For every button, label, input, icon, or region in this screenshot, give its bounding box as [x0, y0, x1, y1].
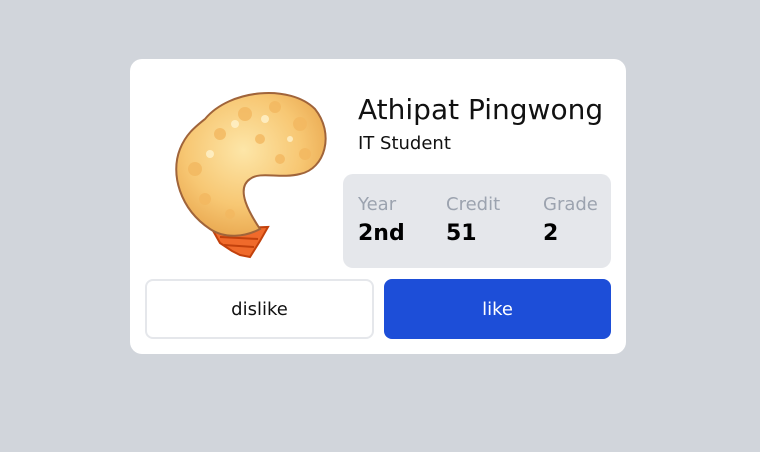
stat-value: 51 [446, 221, 477, 246]
profile-role: IT Student [358, 133, 451, 154]
stat-grade: Grade 2 [543, 194, 598, 246]
stat-label: Credit [446, 194, 501, 215]
like-button[interactable]: like [384, 279, 611, 339]
profile-name: Athipat Pingwong [358, 93, 604, 126]
dislike-button[interactable]: dislike [145, 279, 374, 339]
stats-panel: Year 2nd Credit 51 Grade 2 [343, 174, 611, 268]
fried-shrimp-icon [150, 79, 330, 269]
stat-value: 2nd [358, 221, 405, 246]
stat-value: 2 [543, 221, 559, 246]
stat-label: Grade [543, 194, 598, 215]
profile-card: Athipat Pingwong IT Student Year 2nd Cre… [130, 59, 626, 354]
stat-label: Year [358, 194, 397, 215]
stat-year: Year 2nd [358, 194, 405, 246]
stat-credit: Credit 51 [446, 194, 500, 246]
